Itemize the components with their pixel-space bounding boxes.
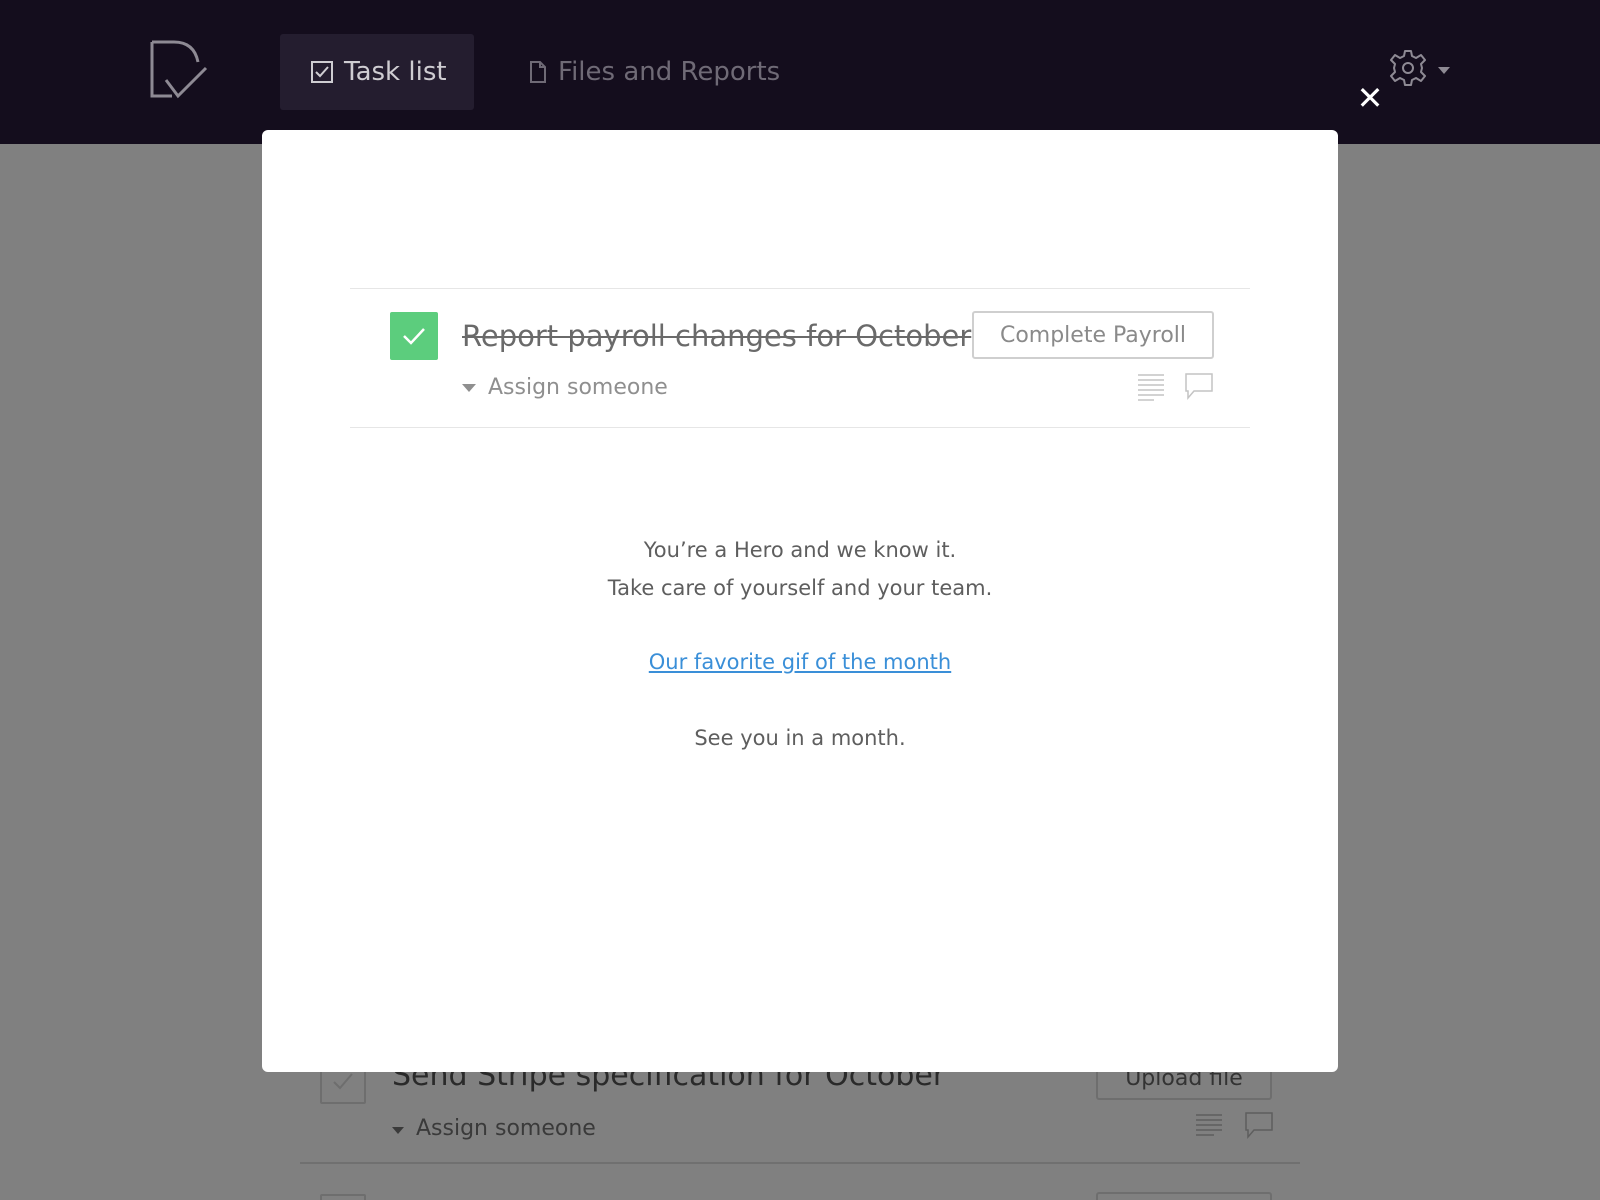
comment-icon[interactable] bbox=[1184, 371, 1214, 401]
tab-label: Task list bbox=[344, 57, 447, 87]
see-you-message: See you in a month. bbox=[694, 726, 906, 750]
app-logo-icon[interactable] bbox=[148, 40, 210, 102]
caret-down-icon bbox=[392, 1127, 404, 1134]
notes-icon[interactable] bbox=[1136, 371, 1166, 401]
tab-label: Files and Reports bbox=[558, 57, 781, 87]
comment-icon[interactable] bbox=[1244, 1110, 1274, 1140]
chevron-down-icon bbox=[1438, 66, 1450, 74]
assign-label: Assign someone bbox=[488, 375, 668, 400]
task-checkbox-checked[interactable] bbox=[390, 312, 438, 360]
hero-message: You’re a Hero and we know it. bbox=[643, 538, 957, 562]
task-checkbox[interactable] bbox=[320, 1194, 366, 1200]
close-icon[interactable]: ✕ bbox=[1356, 82, 1384, 114]
caret-down-icon bbox=[462, 383, 476, 392]
divider bbox=[300, 1162, 1300, 1164]
assign-label: Assign someone bbox=[416, 1116, 596, 1141]
tab-files-and-reports[interactable]: Files and Reports bbox=[528, 34, 780, 110]
completed-task-row: Report payroll changes for October Compl… bbox=[350, 288, 1250, 428]
checkbox-icon bbox=[311, 61, 333, 83]
checkmark-icon bbox=[403, 328, 425, 345]
task-title: Report payroll changes for October bbox=[462, 319, 972, 353]
gear-icon bbox=[1390, 50, 1426, 86]
favorite-gif-link[interactable]: Our favorite gif of the month bbox=[649, 650, 951, 674]
gif-link-container: Our favorite gif of the month bbox=[262, 650, 1338, 674]
task-action-button[interactable] bbox=[1096, 1192, 1272, 1200]
settings-menu-button[interactable] bbox=[1388, 48, 1450, 88]
task-actions bbox=[1194, 1110, 1274, 1140]
document-icon bbox=[530, 61, 546, 83]
assign-dropdown[interactable]: Assign someone bbox=[392, 1116, 596, 1141]
assign-dropdown[interactable]: Assign someone bbox=[462, 375, 668, 400]
top-navigation-bar: Task list Files and Reports bbox=[0, 0, 1600, 144]
notes-icon[interactable] bbox=[1194, 1110, 1224, 1140]
care-message: Take care of yourself and your team. bbox=[607, 576, 993, 600]
tab-task-list[interactable]: Task list bbox=[280, 34, 474, 110]
task-complete-modal: Report payroll changes for October Compl… bbox=[262, 130, 1338, 1072]
task-actions bbox=[1136, 371, 1214, 401]
complete-payroll-button[interactable]: Complete Payroll bbox=[972, 311, 1214, 359]
